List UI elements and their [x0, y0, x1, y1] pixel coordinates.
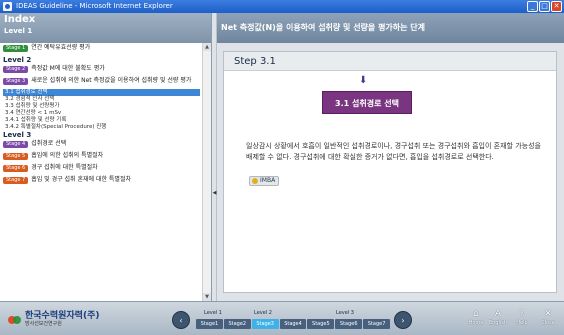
minimize-button[interactable]: _	[527, 1, 538, 12]
help-label: Help	[516, 320, 528, 326]
home-icon: ⌂	[473, 309, 479, 319]
step-description: 일상감시 상황에서 호흡이 일반적인 섭취경로이나, 경구섭취 또는 경구섭취와…	[246, 142, 541, 161]
index-title: Index	[4, 14, 36, 25]
tab-stage4[interactable]: Stage4	[279, 319, 307, 329]
help-icon: ?	[519, 309, 525, 319]
index-scrollbar[interactable]: ▲ ▼	[202, 43, 211, 301]
close-icon: ✕	[544, 309, 552, 319]
step-title: Step 3.1	[224, 52, 556, 71]
scroll-up-icon[interactable]: ▲	[203, 43, 211, 51]
window-title: IDEAS Guideline - Microsoft Internet Exp…	[16, 2, 173, 10]
prev-stage-button[interactable]: ‹	[172, 311, 190, 329]
next-stage-button[interactable]: ›	[394, 311, 412, 329]
footer-nav: 한국수력원자력(주) 방사선보건연구원 ‹ Level 1 Level 2 Le…	[0, 301, 564, 335]
footer-level-1: Level 1	[204, 310, 222, 316]
close-label: Close	[541, 320, 555, 326]
level-2-heading: Level 2	[3, 56, 32, 64]
index-item-stage1[interactable]: Stage 1 연간 예탁유효선량 평가	[3, 44, 200, 55]
stage-badge: Stage 2	[3, 66, 29, 73]
tab-stage6[interactable]: Stage6	[335, 319, 363, 329]
stage-tabs: Stage1 Stage2 Stage3 Stage4 Stage5 Stage…	[196, 319, 391, 329]
stage-navigator: ‹ Level 1 Level 2 Level 3 Stage1 Stage2 …	[172, 309, 412, 331]
index-list: Stage 1 연간 예탁유효선량 평가 Level 2 Stage 2 측정값…	[0, 43, 203, 301]
index-item-stage6[interactable]: Stage 6 경구 섭취에 대한 특별절차	[3, 164, 200, 175]
index-panel: Index Level 1 Stage 1 연간 예탁유효선량 평가 Level…	[0, 13, 212, 301]
index-item-label: 흡입에 의한 섭취의 특별절차	[31, 152, 104, 159]
tab-stage7[interactable]: Stage7	[363, 319, 391, 329]
radiation-icon	[252, 178, 258, 184]
index-item-label: 측정값 M에 대한 불확도 평가	[31, 65, 105, 72]
close-window-button[interactable]: ✕	[551, 1, 562, 12]
stage-badge: Stage 4	[3, 141, 29, 148]
english-label: English	[488, 320, 508, 326]
stage-badge: Stage 5	[3, 153, 29, 160]
close-app-button[interactable]: ✕ Close	[538, 308, 558, 326]
step-box-title: 3.1 섭취경로 선택	[322, 91, 412, 114]
khnp-logo: 한국수력원자력(주) 방사선보건연구원	[8, 312, 99, 327]
imba-link-label: IMBA	[260, 177, 276, 184]
stage-badge: Stage 6	[3, 165, 29, 172]
index-subitem-3-3[interactable]: 3.3 섭취량 및 선량평가	[3, 103, 200, 110]
stage-header: Net 측정값(N)을 이용하여 섭취량 및 선량을 평가하는 단계	[217, 13, 564, 43]
stage-badge: Stage 3	[3, 78, 29, 85]
index-header: Index Level 1	[0, 13, 211, 43]
ie-app-icon	[3, 2, 12, 11]
home-button[interactable]: ⌂ Home	[466, 308, 486, 326]
stage-badge: Stage 1	[3, 45, 29, 52]
logo-subtext: 방사선보건연구원	[25, 321, 62, 327]
index-item-label: 경구 섭취에 대한 특별절차	[31, 164, 98, 171]
index-subitem-3-4-1[interactable]: 3.4.1 섭취량 및 선량 기록	[3, 117, 200, 124]
index-subitem-3-2[interactable]: 3.2 경험적 인자 선택	[3, 96, 200, 103]
tab-stage1[interactable]: Stage1	[196, 319, 223, 329]
index-subitem-3-1[interactable]: 3.1 섭취경로 선택	[3, 89, 200, 96]
index-item-label: 흡입 및 경구 섭취 혼재에 대한 특별절차	[31, 176, 131, 183]
index-subitem-3-4-2[interactable]: 3.4.2 특별절차(Special Procedure) 진행	[3, 124, 200, 131]
tab-stage5[interactable]: Stage5	[307, 319, 335, 329]
scroll-down-icon[interactable]: ▼	[203, 293, 211, 301]
window-controls: _ □ ✕	[527, 1, 562, 12]
step-panel: Step 3.1 ⬇ 3.1 섭취경로 선택 일상감시 상황에서 호흡이 일반적…	[223, 51, 557, 293]
logo-texts: 한국수력원자력(주) 방사선보건연구원	[25, 311, 100, 328]
level-3-heading: Level 3	[3, 131, 32, 139]
help-button[interactable]: ? Help	[512, 308, 532, 326]
index-item-stage2[interactable]: Stage 2 측정값 M에 대한 불확도 평가	[3, 65, 200, 76]
index-item-stage4[interactable]: Stage 4 섭취경로 선택	[3, 140, 200, 151]
khnp-logo-mark	[8, 314, 22, 326]
level-labels: Level 1 Level 2 Level 3	[196, 309, 390, 318]
content-area: Net 측정값(N)을 이용하여 섭취량 및 선량을 평가하는 단계 Step …	[217, 13, 564, 301]
logo-text: 한국수력원자력(주)	[25, 311, 100, 321]
stage-badge: Stage 7	[3, 177, 29, 184]
maximize-button[interactable]: □	[539, 1, 550, 12]
index-subitem-3-4[interactable]: 3.4 연간선량 < 1 mSv	[3, 110, 200, 117]
home-label: Home	[468, 320, 484, 326]
arrow-down-icon: ⬇	[359, 75, 368, 86]
footer-level-3: Level 3	[336, 310, 354, 316]
tab-stage3[interactable]: Stage3	[251, 319, 279, 329]
level-1-heading: Level 1	[4, 27, 33, 35]
tab-stage2[interactable]: Stage2	[223, 319, 251, 329]
index-item-stage3[interactable]: Stage 3 새로운 섭취에 의한 Net 측정값을 이용하여 섭취량 및 선…	[3, 77, 200, 88]
language-icon: A	[494, 309, 502, 319]
imba-link-button[interactable]: IMBA	[249, 176, 280, 186]
footer-level-2: Level 2	[254, 310, 272, 316]
english-button[interactable]: A English	[488, 308, 508, 326]
index-item-label: 섭취경로 선택	[31, 140, 67, 147]
window-titlebar: IDEAS Guideline - Microsoft Internet Exp…	[0, 0, 564, 13]
index-item-stage7[interactable]: Stage 7 흡입 및 경구 섭취 혼재에 대한 특별절차	[3, 176, 200, 187]
index-item-label: 연간 예탁유효선량 평가	[31, 44, 91, 51]
index-item-label: 새로운 섭취에 의한 Net 측정값을 이용하여 섭취량 및 선량 평가	[31, 77, 192, 84]
index-item-stage5[interactable]: Stage 5 흡입에 의한 섭취의 특별절차	[3, 152, 200, 163]
